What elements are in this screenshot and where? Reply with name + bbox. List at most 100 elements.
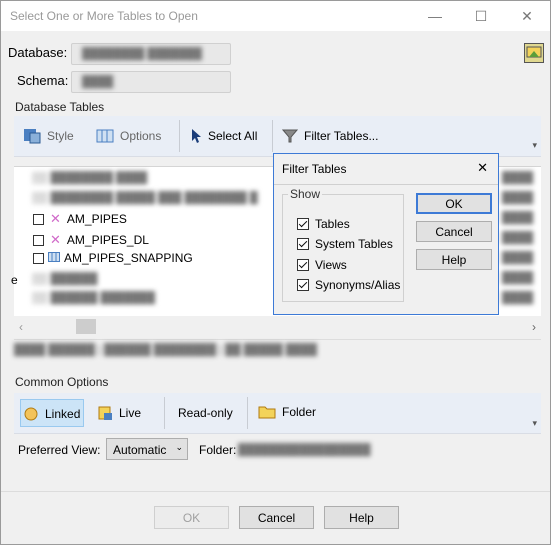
style-button[interactable]: Style xyxy=(23,128,74,144)
folder-label: Folder xyxy=(282,404,317,419)
filter-option-views[interactable]: Views xyxy=(297,258,347,272)
style-label: Style xyxy=(47,129,74,143)
show-label: Show xyxy=(288,187,323,201)
preferred-view-select[interactable]: Automatic ⌄ xyxy=(106,438,188,460)
toolbar-separator xyxy=(247,397,248,429)
scrollbar-thumb[interactable] xyxy=(76,319,96,334)
filter-tables-button[interactable]: Filter Tables... xyxy=(282,128,378,144)
folder-path-label: Folder: xyxy=(199,443,237,457)
folder-button[interactable]: Folder xyxy=(258,404,316,419)
status-bar: ████ ██████ | ██████ ████████ | ██ █████… xyxy=(14,339,541,360)
popup-ok-button[interactable]: OK xyxy=(416,193,492,214)
popup-divider xyxy=(274,184,498,185)
tables-toolbar: Style Options Select All Filter Tables..… xyxy=(14,116,541,157)
cursor-icon xyxy=(190,128,202,144)
window-title: Select One or More Tables to Open xyxy=(10,9,198,23)
common-options-label: Common Options xyxy=(15,375,109,389)
ok-button[interactable]: OK xyxy=(154,506,229,529)
list-item-redacted: ████ xyxy=(502,232,534,244)
read-only-button[interactable]: Read-only xyxy=(178,406,233,420)
filter-icon xyxy=(282,128,298,144)
feature-class-icon: ✕ xyxy=(50,232,61,247)
list-item-label: AM_PIPES_SNAPPING xyxy=(64,251,193,265)
live-label: Live xyxy=(119,406,142,420)
folder-path-redacted: █████████████████ xyxy=(238,444,371,456)
schema-label: Schema: xyxy=(17,73,69,88)
filter-option-synonyms[interactable]: Synonyms/Alias xyxy=(297,278,400,292)
list-item[interactable]: AM_PIPES_SNAPPING xyxy=(33,251,193,265)
linked-icon xyxy=(23,406,39,422)
list-item-label: AM_PIPES_DL xyxy=(66,233,149,247)
filter-option-tables[interactable]: Tables xyxy=(297,217,350,231)
scroll-right-icon[interactable]: › xyxy=(532,320,536,334)
select-all-label: Select All xyxy=(208,129,258,143)
database-field[interactable]: ████████ ███████ xyxy=(71,43,231,65)
list-item[interactable]: ✕ AM_PIPES xyxy=(33,211,127,227)
title-bar: Select One or More Tables to Open — ☐ ✕ xyxy=(1,1,550,31)
scroll-left-icon[interactable]: ‹ xyxy=(19,320,23,334)
list-item[interactable]: ✕ AM_PIPES_DL xyxy=(33,232,149,248)
status-text-redacted: ████ ██████ | ██████ ████████ | ██ █████… xyxy=(14,344,317,356)
database-label: Database: xyxy=(8,45,68,60)
table-icon xyxy=(48,251,60,265)
popup-cancel-button[interactable]: Cancel xyxy=(416,221,492,242)
list-item-redacted: ▒▒ ████████ ████ xyxy=(32,172,148,184)
filter-option-label: Synonyms/Alias xyxy=(315,278,401,292)
toolbar-overflow-icon[interactable]: ▾ xyxy=(532,140,537,151)
live-button[interactable]: Live xyxy=(97,405,141,421)
list-item-redacted: ▒▒ ██████ xyxy=(32,273,98,285)
options-button[interactable]: Options xyxy=(96,128,161,144)
toolbar-separator xyxy=(164,397,165,429)
maximize-button[interactable]: ☐ xyxy=(458,1,504,31)
filter-tables-popup: Filter Tables ✕ Show Tables System Table… xyxy=(273,153,499,315)
minimize-icon: — xyxy=(428,8,442,24)
toolbar-overflow-icon[interactable]: ▾ xyxy=(532,418,537,429)
popup-close-icon[interactable]: ✕ xyxy=(477,160,488,176)
popup-title: Filter Tables xyxy=(282,162,347,176)
linked-label: Linked xyxy=(45,407,81,421)
list-item-redacted: ████ xyxy=(502,292,534,304)
horizontal-scrollbar[interactable]: ‹ › xyxy=(14,316,541,338)
help-button[interactable]: Help xyxy=(324,506,399,529)
options-label: Options xyxy=(120,129,162,143)
connect-icon[interactable] xyxy=(524,43,544,63)
list-item-redacted: ████ xyxy=(502,172,534,184)
minimize-button[interactable]: — xyxy=(412,1,458,31)
dialog-window: Select One or More Tables to Open — ☐ ✕ … xyxy=(0,0,551,545)
feature-class-icon: ✕ xyxy=(50,211,61,226)
truncated-text: e xyxy=(11,273,18,287)
close-icon: ✕ xyxy=(521,7,533,24)
list-item-redacted: ▒▒ ████████ █████ ███ ████████ █ xyxy=(32,192,258,204)
filter-option-system-tables[interactable]: System Tables xyxy=(297,237,393,251)
list-item-redacted: ▒▒ ██████ ███████ xyxy=(32,292,156,304)
cancel-button[interactable]: Cancel xyxy=(239,506,314,529)
options-icon xyxy=(96,128,114,144)
select-all-button[interactable]: Select All xyxy=(190,128,257,144)
schema-field[interactable]: ████ xyxy=(71,71,231,93)
close-button[interactable]: ✕ xyxy=(504,1,550,31)
style-icon xyxy=(23,128,41,144)
maximize-icon: ☐ xyxy=(474,7,488,24)
list-item-redacted: ████ xyxy=(502,212,534,224)
toolbar-separator xyxy=(179,120,180,152)
preferred-view-label: Preferred View: xyxy=(18,443,101,457)
chevron-down-icon: ⌄ xyxy=(175,442,183,452)
popup-help-button[interactable]: Help xyxy=(416,249,492,270)
list-item-checkbox[interactable] xyxy=(33,234,44,246)
toolbar-separator xyxy=(272,120,273,152)
list-item-checkbox[interactable] xyxy=(33,213,44,225)
list-item-checkbox[interactable] xyxy=(33,252,44,264)
linked-button[interactable]: Linked xyxy=(20,399,84,427)
schema-value-redacted: ████ xyxy=(82,76,114,88)
checkbox-checked[interactable] xyxy=(297,279,309,291)
preferred-view-value: Automatic xyxy=(113,443,167,457)
list-item-redacted: ████ xyxy=(502,272,534,284)
checkbox-checked[interactable] xyxy=(297,259,309,271)
filter-option-label: Tables xyxy=(315,217,350,231)
list-item-redacted: ████ xyxy=(502,252,534,264)
checkbox-checked[interactable] xyxy=(297,218,309,230)
filter-tables-label: Filter Tables... xyxy=(304,129,379,143)
list-item-label: AM_PIPES xyxy=(66,212,127,226)
footer-divider xyxy=(1,491,550,492)
checkbox-checked[interactable] xyxy=(297,238,309,250)
